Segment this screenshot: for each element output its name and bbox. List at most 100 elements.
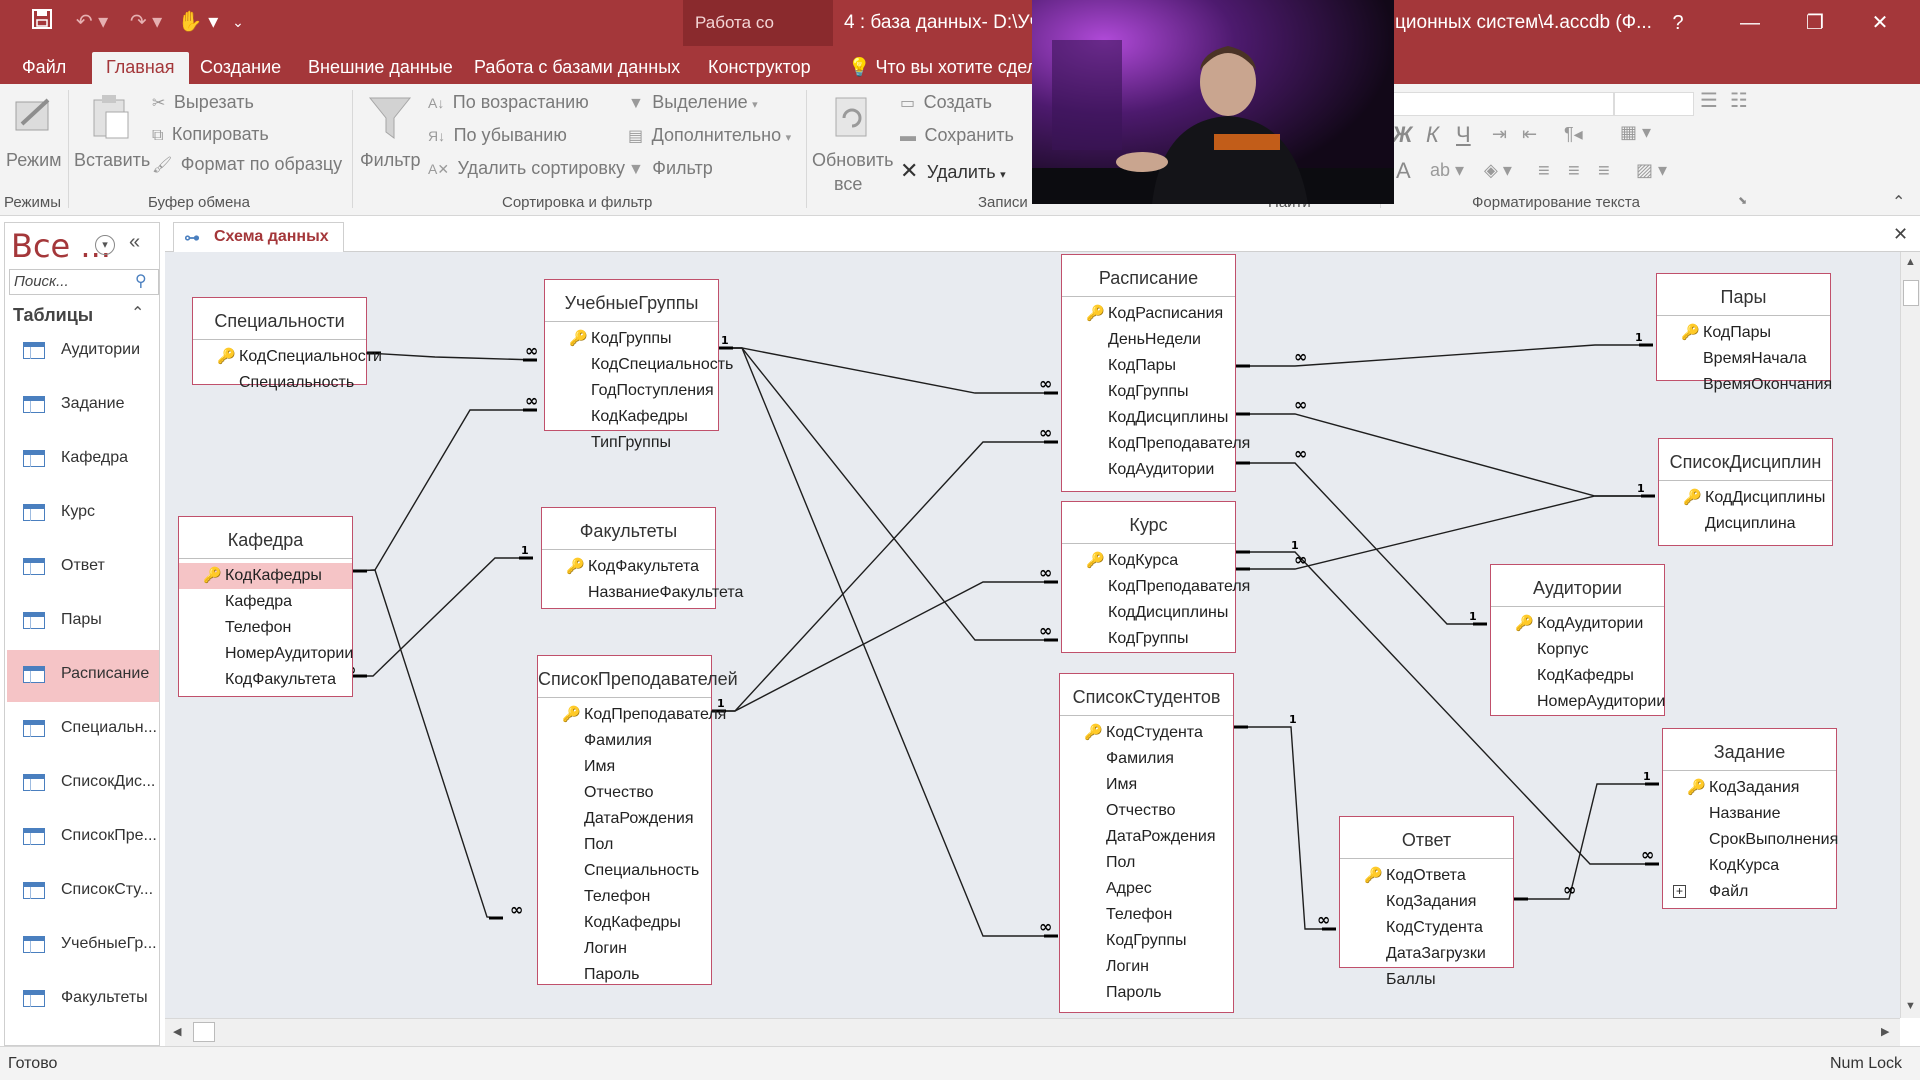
- table-title[interactable]: Ответ: [1340, 817, 1513, 859]
- field-row[interactable]: Адрес: [1060, 876, 1233, 902]
- field-row[interactable]: Кафедра: [179, 589, 352, 615]
- field-row[interactable]: КодКафедры: [1491, 663, 1664, 689]
- table-pary[interactable]: Пары 🔑 КодПары ВремяНачала ВремяОкончания: [1656, 273, 1832, 393]
- toggle-filter-button[interactable]: ▼ Фильтр: [628, 158, 713, 182]
- filter-button[interactable]: Фильтр: [358, 92, 422, 188]
- bold-button[interactable]: Ж: [1392, 122, 1412, 148]
- field-row[interactable]: Отчество: [538, 780, 711, 806]
- collapse-nav-icon[interactable]: «: [129, 231, 140, 254]
- help-button[interactable]: ?: [1648, 0, 1708, 46]
- field-row[interactable]: Отчество: [1060, 798, 1233, 824]
- field-row[interactable]: ДатаРождения: [538, 806, 711, 832]
- nav-item-spisok-studentov[interactable]: СписокСту...: [7, 866, 159, 918]
- save-icon[interactable]: [28, 8, 56, 36]
- tab-create[interactable]: Создание: [186, 52, 295, 84]
- selection-button[interactable]: ▼ Выделение ▾: [628, 92, 758, 116]
- field-row[interactable]: КодФакультета: [179, 667, 352, 693]
- nav-item-auditorii[interactable]: Аудитории: [7, 326, 159, 378]
- scroll-left-icon[interactable]: ◀: [173, 1025, 181, 1038]
- field-row[interactable]: ВремяОкончания: [1657, 372, 1832, 398]
- table-title[interactable]: СписокПреподавателей: [538, 656, 738, 698]
- nav-item-kurs[interactable]: Курс: [7, 488, 159, 540]
- table-title[interactable]: СписокСтудентов: [1060, 674, 1233, 716]
- copy-button[interactable]: ⧉ Копировать: [152, 124, 269, 148]
- field-row[interactable]: Баллы: [1340, 967, 1513, 993]
- field-row[interactable]: КодКафедры: [538, 910, 711, 936]
- field-row[interactable]: 🔑 КодСтудента: [1060, 720, 1233, 746]
- field-row[interactable]: Корпус: [1491, 637, 1664, 663]
- field-row[interactable]: КодЗадания: [1340, 889, 1513, 915]
- numbering-icon[interactable]: ☷: [1730, 88, 1748, 113]
- relationship-line[interactable]: [352, 409, 537, 572]
- field-row[interactable]: ВремяНачала: [1657, 346, 1830, 372]
- table-spisok-prepodavateley[interactable]: СписокПреподавателей 🔑 КодПреподавателя Ф…: [537, 655, 738, 985]
- new-record-button[interactable]: ▭ Создать: [900, 92, 992, 116]
- sort-descending-button[interactable]: Я↓ По убыванию: [428, 125, 567, 149]
- fill-color-icon[interactable]: ◈ ▾: [1484, 160, 1512, 181]
- delete-record-button[interactable]: ✕ Удалить ▾: [900, 158, 1006, 183]
- field-row[interactable]: 🔑 КодОтвета: [1340, 863, 1513, 889]
- relationship-line[interactable]: [1236, 462, 1487, 625]
- nav-item-otvet[interactable]: Ответ: [7, 542, 159, 594]
- field-row[interactable]: Пол: [1060, 850, 1233, 876]
- touch-mode-icon[interactable]: ✋ ▾: [176, 8, 220, 36]
- indent-increase-icon[interactable]: ⇥: [1492, 124, 1507, 145]
- field-row[interactable]: КодГруппы: [1060, 928, 1233, 954]
- tab-database-tools[interactable]: Работа с базами данных: [460, 52, 694, 84]
- field-row[interactable]: ДатаЗагрузки: [1340, 941, 1513, 967]
- paste-button[interactable]: Вставить: [74, 92, 150, 188]
- highlight-icon[interactable]: ab ▾: [1430, 160, 1464, 181]
- italic-button[interactable]: К: [1426, 122, 1439, 148]
- nav-menu-chevron-icon[interactable]: ▾: [95, 235, 115, 255]
- field-row[interactable]: НазваниеФакультета: [542, 580, 743, 606]
- scroll-thumb[interactable]: [193, 1022, 215, 1042]
- font-color-button[interactable]: A: [1396, 158, 1411, 184]
- relationship-line[interactable]: [366, 352, 538, 361]
- field-row[interactable]: 🔑 КодАудитории: [1491, 611, 1664, 637]
- field-row[interactable]: 🔑 КодПреподавателя: [538, 702, 726, 728]
- align-center-icon[interactable]: ≡: [1568, 160, 1580, 183]
- field-row[interactable]: НомерАудитории: [179, 641, 353, 667]
- table-spisok-studentov[interactable]: СписокСтудентов 🔑 КодСтудента Фамилия Имя…: [1059, 673, 1234, 1013]
- collapse-ribbon-icon[interactable]: ⌃: [1892, 192, 1905, 212]
- field-row[interactable]: Фамилия: [1060, 746, 1233, 772]
- field-row[interactable]: + Файл: [1663, 879, 1836, 905]
- field-row[interactable]: ГодПоступления: [545, 378, 718, 404]
- table-kafedra[interactable]: Кафедра 🔑 КодКафедры Кафедра Телефон Номе…: [178, 516, 353, 697]
- field-row[interactable]: Телефон: [1060, 902, 1233, 928]
- table-kurs[interactable]: Курс 🔑 КодКурса КодПреподавателя КодДисци…: [1061, 501, 1250, 653]
- align-right-icon[interactable]: ≡: [1598, 160, 1610, 183]
- field-row[interactable]: 🔑 КодЗадания: [1663, 775, 1836, 801]
- field-row[interactable]: КодАудитории: [1062, 457, 1235, 483]
- nav-item-pary[interactable]: Пары: [7, 596, 159, 648]
- nav-section-tables[interactable]: Таблицы: [13, 305, 93, 326]
- nav-item-spisok-disciplin[interactable]: СписокДис...: [7, 758, 159, 810]
- close-window-button[interactable]: ✕: [1850, 0, 1910, 46]
- undo-icon[interactable]: ↶ ▾: [70, 8, 114, 36]
- field-row[interactable]: КодПары: [1062, 353, 1235, 379]
- relationship-line[interactable]: [712, 441, 1058, 712]
- tab-home[interactable]: Главная: [92, 52, 189, 84]
- tab-design[interactable]: Конструктор: [694, 52, 825, 84]
- table-specialnosti[interactable]: Специальности 🔑 КодСпециальности Специаль…: [192, 297, 382, 391]
- table-zadanie[interactable]: Задание 🔑 КодЗадания Название СрокВыполне…: [1662, 728, 1838, 909]
- field-row[interactable]: КодГруппы: [1062, 626, 1235, 652]
- field-row[interactable]: КодКафедры: [545, 404, 718, 430]
- scroll-up-icon[interactable]: ▲: [1905, 256, 1916, 268]
- format-painter-button[interactable]: 🖌 Формат по образцу: [152, 154, 342, 178]
- indent-decrease-icon[interactable]: ⇤: [1522, 124, 1537, 145]
- align-left-icon[interactable]: ≡: [1538, 160, 1550, 183]
- scroll-thumb[interactable]: [1903, 280, 1919, 306]
- scroll-down-icon[interactable]: ▼: [1905, 1000, 1916, 1012]
- field-row[interactable]: ТипГруппы: [545, 430, 718, 456]
- customize-qat-icon[interactable]: ⌄: [228, 8, 248, 36]
- collapse-section-icon[interactable]: ⌃: [131, 303, 144, 323]
- nav-item-kafedra[interactable]: Кафедра: [7, 434, 159, 486]
- field-row[interactable]: КодПреподавателя: [1062, 431, 1250, 457]
- field-row[interactable]: КодСтудента: [1340, 915, 1513, 941]
- nav-item-spisok-prepodavateley[interactable]: СписокПре...: [7, 812, 159, 864]
- relationship-line[interactable]: [712, 581, 1058, 712]
- field-row[interactable]: Название: [1663, 801, 1836, 827]
- relationship-line[interactable]: [1234, 726, 1336, 930]
- table-title[interactable]: Пары: [1657, 274, 1830, 316]
